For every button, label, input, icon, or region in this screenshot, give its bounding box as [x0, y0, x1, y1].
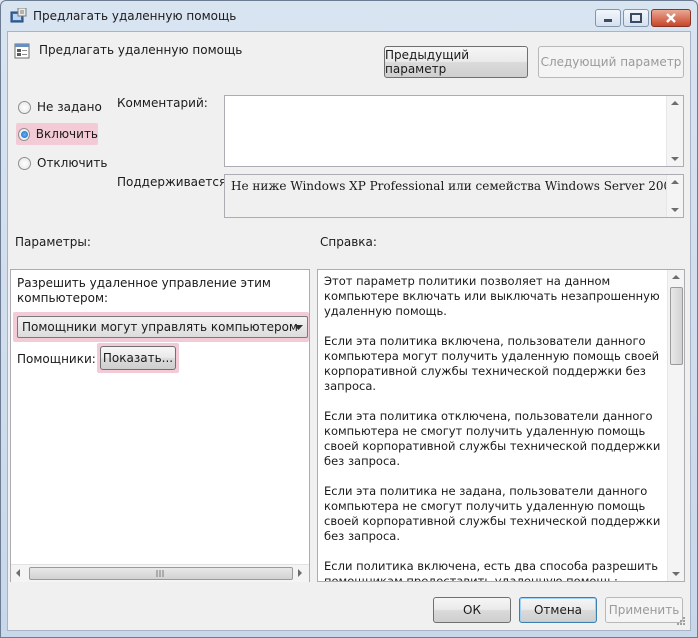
scroll-up-icon[interactable]	[672, 275, 680, 279]
supported-field: Не ниже Windows XP Professional или семе…	[224, 174, 684, 218]
comment-scrollbar[interactable]	[666, 96, 683, 166]
supported-value: Не ниже Windows XP Professional или семе…	[231, 179, 679, 193]
helpers-label: Помощники:	[17, 352, 96, 366]
scroll-left-icon[interactable]	[16, 569, 20, 577]
chevron-down-icon	[294, 325, 303, 330]
close-icon	[666, 13, 676, 23]
options-section-label: Параметры:	[15, 235, 91, 249]
close-button[interactable]	[651, 9, 691, 27]
next-setting-button[interactable]: Следующий параметр	[538, 46, 684, 78]
supported-label: Поддерживается:	[117, 175, 231, 189]
help-paragraph: Этот параметр политики позволяет на данн…	[324, 274, 660, 318]
dialog-window: Предлагать удаленную помощь Предлагать у…	[0, 0, 698, 638]
apply-button[interactable]: Применить	[605, 597, 683, 623]
options-hscroll-thumb[interactable]	[29, 567, 293, 580]
help-section-label: Справка:	[320, 235, 377, 249]
supported-scrollbar[interactable]	[666, 175, 683, 217]
help-paragraph: Если эта политика отключена, пользовател…	[324, 409, 661, 468]
scroll-down-icon[interactable]	[671, 157, 679, 161]
remote-control-label: Разрешить удаленное управление этим комп…	[17, 276, 271, 305]
help-scroll-thumb[interactable]	[670, 287, 683, 365]
help-paragraph: Если эта политика не задана, пользовател…	[324, 484, 661, 543]
scroll-up-icon[interactable]	[671, 101, 679, 105]
radio-not-configured-label: Не задано	[37, 100, 102, 114]
scroll-up-icon[interactable]	[671, 180, 679, 184]
radio-enabled[interactable]: Включить	[16, 123, 98, 145]
ok-button[interactable]: ОК	[433, 597, 511, 623]
policy-editor-icon	[10, 8, 27, 23]
policy-setting-icon	[14, 43, 30, 59]
radio-enabled-circle[interactable]	[18, 127, 30, 141]
show-helpers-button[interactable]: Показать...	[100, 346, 176, 370]
previous-setting-button[interactable]: Предыдущий параметр	[384, 46, 528, 78]
radio-disabled-circle[interactable]	[18, 156, 31, 170]
options-panel: Разрешить удаленное управление этим комп…	[10, 269, 310, 582]
radio-disabled-label: Отключить	[37, 156, 108, 170]
maximize-button[interactable]	[623, 9, 649, 27]
help-paragraph: Если эта политика включена, пользователи…	[324, 334, 660, 393]
window-title: Предлагать удаленную помощь	[33, 9, 237, 23]
maximize-icon	[630, 13, 642, 23]
comment-textarea[interactable]	[224, 95, 684, 167]
policy-name: Предлагать удаленную помощь	[39, 43, 243, 57]
help-panel: Этот параметр политики позволяет на данн…	[317, 269, 685, 582]
help-text: Этот параметр политики позволяет на данн…	[324, 274, 664, 582]
dialog-body: Предлагать удаленную помощь Предыдущий п…	[7, 31, 691, 631]
radio-enabled-label: Включить	[35, 127, 98, 141]
radio-disabled[interactable]: Отключить	[16, 152, 107, 174]
scroll-down-icon[interactable]	[672, 572, 680, 576]
radio-not-configured[interactable]: Не задано	[16, 96, 102, 118]
remote-control-selected: Помощники могут управлять компьютером	[22, 320, 298, 334]
radio-not-configured-circle[interactable]	[18, 100, 31, 114]
options-hscrollbar[interactable]	[11, 564, 309, 582]
title-bar[interactable]: Предлагать удаленную помощь	[1, 1, 697, 31]
grip-icon	[156, 570, 164, 577]
resize-grip-icon[interactable]	[674, 616, 686, 628]
scroll-right-icon[interactable]	[298, 569, 302, 577]
minimize-button[interactable]	[595, 9, 621, 27]
cancel-button[interactable]: Отмена	[519, 597, 597, 623]
help-paragraph: Если политика включена, есть два способа…	[324, 559, 659, 582]
help-scrollbar[interactable]	[667, 270, 684, 581]
comment-label: Комментарий:	[117, 96, 208, 110]
minimize-icon	[604, 19, 612, 22]
scroll-down-icon[interactable]	[671, 208, 679, 212]
remote-control-select[interactable]: Помощники могут управлять компьютером	[17, 316, 308, 338]
